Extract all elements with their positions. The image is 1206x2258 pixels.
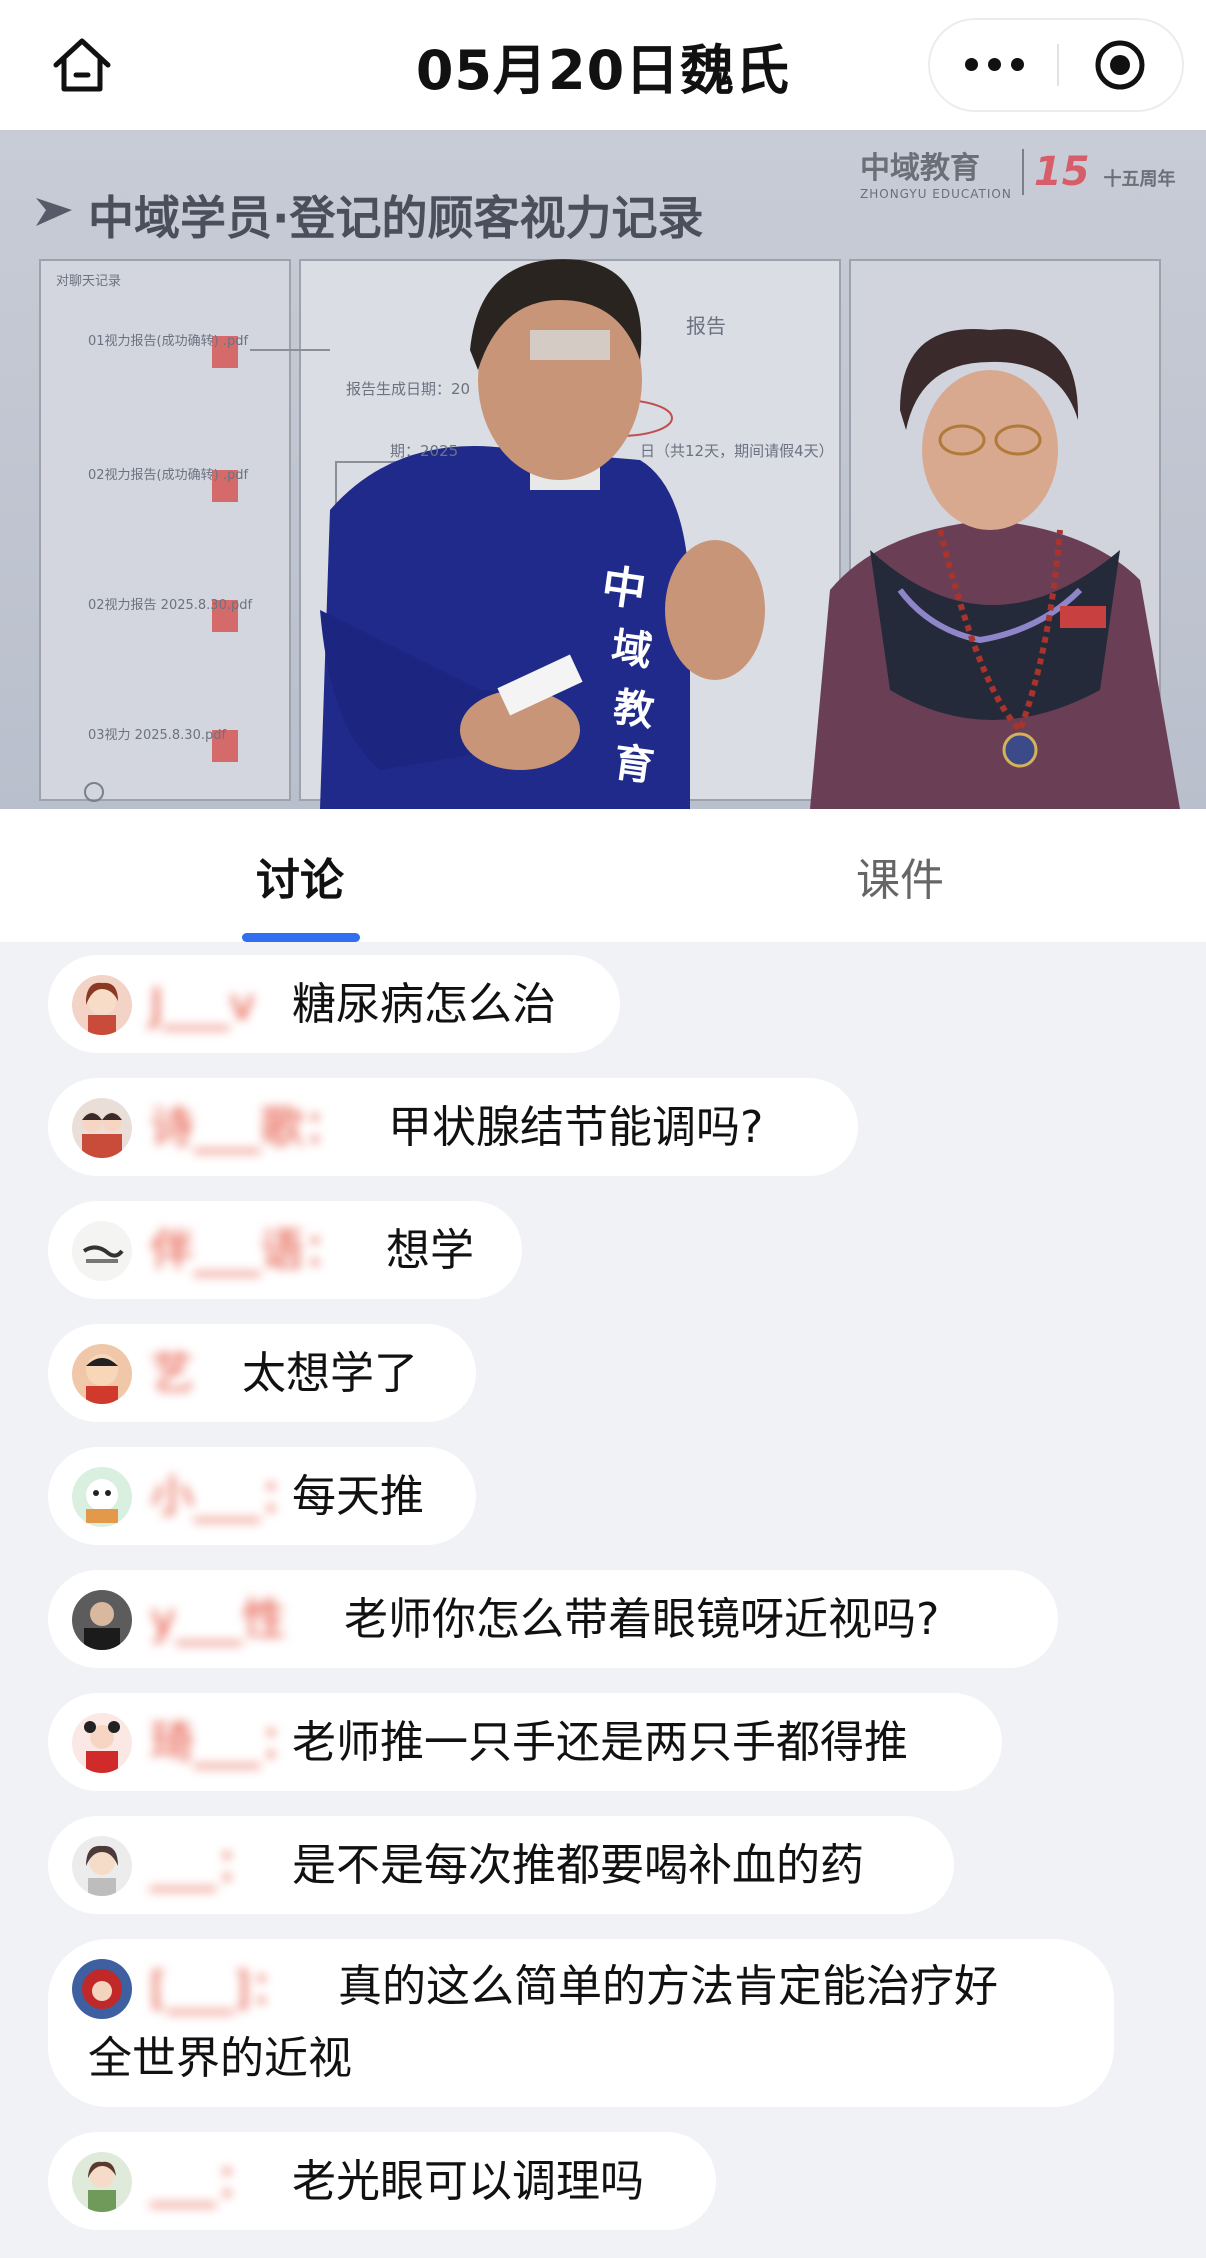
comment-text: 老师你怎么带着眼镜呀近视吗? xyxy=(344,1594,940,1645)
brand-name: 中域教育 xyxy=(860,151,980,186)
svg-text:域: 域 xyxy=(609,624,655,674)
comment-text: 是不是每次推都要喝补血的药 xyxy=(292,1840,864,1891)
avatar-kid-icon xyxy=(72,1713,132,1773)
record-target-icon xyxy=(1095,40,1145,90)
comment-text: 真的这么简单的方法肯定能治疗好 xyxy=(338,1961,998,2012)
tab-bar: 讨论 课件 xyxy=(0,809,1206,942)
report-word: 报告 xyxy=(686,314,726,338)
comment-text: 想学 xyxy=(386,1225,474,1276)
active-tab-indicator xyxy=(242,933,360,942)
svg-text:育: 育 xyxy=(611,739,657,789)
commenter-name: ___： xyxy=(150,1840,260,1891)
file-item: 02视力报告(成功确转) .pdf xyxy=(88,468,249,483)
file-item: 01视力报告(成功确转) .pdf xyxy=(88,334,249,349)
commenter-name: 小___： xyxy=(150,1471,304,1522)
report-period-label: 期：2025 xyxy=(390,442,459,460)
avatar-woman-icon xyxy=(72,1836,132,1896)
comment-bubble: ___： 老光眼可以调理吗 xyxy=(48,2132,716,2230)
comment-bubble: 琦___： 老师推一只手还是两只手都得推 xyxy=(48,1693,1002,1791)
commenter-name: 艺 xyxy=(150,1348,194,1399)
comment-text: 糖尿病怎么治 xyxy=(292,979,556,1030)
comment-bubble: 诗___歌： 甲状腺结节能调吗? xyxy=(48,1078,858,1176)
commenter-name: [___]： xyxy=(150,1963,295,2014)
commenter-name: 伴___语： xyxy=(150,1225,348,1276)
avatar-anime-girl-icon xyxy=(72,2152,132,2212)
svg-text:教: 教 xyxy=(611,684,657,734)
avatar-girl-icon xyxy=(72,975,132,1035)
anniversary-number: 15 xyxy=(1033,149,1090,195)
brand-sub: ZHONGYU EDUCATION xyxy=(860,187,1012,201)
avatar-calligraphy-icon xyxy=(72,1221,132,1281)
tab-discussion[interactable]: 讨论 xyxy=(180,809,420,942)
slide-title: 中域学员·登记的顾客视力记录 xyxy=(88,191,704,245)
avatar-couple-icon xyxy=(72,1098,132,1158)
avatar-red-hood-icon xyxy=(72,1959,132,2019)
comment-bubble: ___： 是不是每次推都要喝补血的药 xyxy=(48,1816,954,1914)
report-period-note: 日（共12天，期间请假4天） xyxy=(640,442,834,460)
live-video-player[interactable]: 中 域 教 育 中域学员·登记的顾客视力记录 中域教育 ZHONGYU EDUC… xyxy=(0,130,1206,809)
svg-text:中: 中 xyxy=(599,561,649,616)
comment-bubble: J___v 糖尿病怎么治 xyxy=(48,955,620,1053)
file-item: 02视力报告 2025.8.30.pdf xyxy=(88,598,253,613)
top-navigation-bar: 05月20日魏氏 xyxy=(0,0,1206,130)
avatar-cartoon-icon xyxy=(72,1344,132,1404)
panel-header: 对聊天记录 xyxy=(56,274,122,289)
comment-text: 每天推 xyxy=(292,1471,424,1522)
anniversary-text: 十五周年 xyxy=(1103,169,1176,190)
comment-text: 太想学了 xyxy=(242,1348,418,1399)
tab-courseware[interactable]: 课件 xyxy=(780,809,1020,942)
report-date-label: 报告生成日期：20 xyxy=(346,380,471,398)
commenter-name: ___： xyxy=(150,2156,260,2207)
commenter-name: J___v xyxy=(150,979,256,1030)
mini-program-capsule xyxy=(928,18,1184,112)
comment-text: 甲状腺结节能调吗? xyxy=(388,1102,764,1153)
comment-text: 老师推一只手还是两只手都得推 xyxy=(292,1717,908,1768)
file-item: 03视力 2025.8.30.pdf xyxy=(88,728,227,743)
comment-bubble: [___]： 真的这么简单的方法肯定能治疗好 全世界的近视 xyxy=(48,1939,1114,2107)
commenter-name: 诗___歌： xyxy=(150,1102,348,1153)
comment-text: 老光眼可以调理吗 xyxy=(292,2156,644,2207)
avatar-panda-icon xyxy=(72,1467,132,1527)
commenter-name: y___性 xyxy=(150,1594,287,1645)
more-dots-icon xyxy=(960,56,1029,75)
avatar-man-icon xyxy=(72,1590,132,1650)
comment-bubble: 伴___语： 想学 xyxy=(48,1201,522,1299)
comment-bubble: y___性 老师你怎么带着眼镜呀近视吗? xyxy=(48,1570,1058,1668)
close-miniprogram-button[interactable] xyxy=(1058,20,1182,110)
commenter-name: 琦___： xyxy=(150,1717,304,1768)
comment-bubble: 艺 太想学了 xyxy=(48,1324,476,1422)
brand-logo: 中域教育 ZHONGYU EDUCATION 15 十五周年 xyxy=(860,142,1175,202)
anniversary-badge: 15 十五周年 xyxy=(1021,149,1176,195)
more-button[interactable] xyxy=(930,20,1058,110)
comment-text-continuation: 全世界的近视 xyxy=(88,2033,352,2084)
comment-bubble: 小___： 每天推 xyxy=(48,1447,476,1545)
